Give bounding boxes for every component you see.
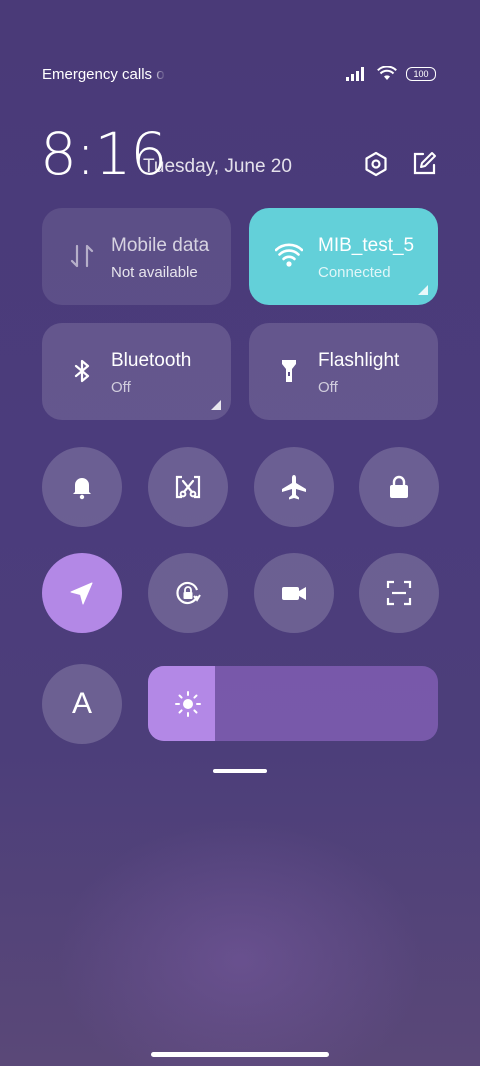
carrier-text: Emergency calls o [42, 66, 165, 83]
lock-icon [390, 475, 408, 498]
font-letter-icon: A [71, 687, 92, 720]
brightness-sun-icon [175, 691, 201, 717]
video-camera-icon [282, 587, 306, 600]
tile-wifi[interactable]: MIB_test_5 Connected [249, 208, 438, 305]
toggle-lock-screen[interactable] [359, 447, 439, 527]
toggle-scanner[interactable] [359, 553, 439, 633]
toggle-airplane[interactable] [254, 447, 334, 527]
home-indicator[interactable] [151, 1052, 329, 1057]
tile-mobile-data-subtitle: Not available [111, 264, 198, 281]
toggle-silent[interactable] [42, 447, 122, 527]
toggle-video[interactable] [254, 553, 334, 633]
toggle-font-size[interactable]: A [42, 664, 122, 744]
tile-wifi-subtitle: Connected [318, 264, 391, 281]
rotation-lock-icon [176, 581, 201, 605]
tile-bluetooth-subtitle: Off [111, 379, 131, 396]
airplane-icon [282, 475, 306, 500]
status-bar: Emergency calls o 100 [42, 66, 436, 88]
notification-bell-icon [73, 478, 91, 500]
settings-icon[interactable] [362, 150, 390, 178]
date: Tuesday, June 20 [143, 156, 292, 177]
status-icons: 100 [346, 66, 436, 81]
battery-icon: 100 [406, 66, 436, 81]
scan-icon [386, 580, 412, 606]
screen-cast-icon [175, 475, 201, 499]
brightness-slider[interactable] [148, 666, 438, 741]
tile-mobile-data[interactable]: Mobile data Not available [42, 208, 231, 305]
edit-icon[interactable] [410, 150, 438, 178]
tile-flashlight-subtitle: Off [318, 379, 338, 396]
location-icon [70, 582, 93, 605]
expand-corner-icon[interactable] [418, 285, 428, 295]
toggle-rotation-lock[interactable] [148, 553, 228, 633]
tile-flashlight[interactable]: Flashlight Off [249, 323, 438, 420]
tile-flashlight-title: Flashlight [318, 350, 400, 371]
bluetooth-icon [74, 359, 90, 383]
flashlight-icon [282, 360, 296, 382]
signal-icon [346, 66, 364, 81]
tile-mobile-data-title: Mobile data [111, 235, 210, 256]
battery-level: 100 [413, 68, 429, 79]
toggle-location[interactable] [42, 553, 122, 633]
wifi-status-icon [377, 66, 397, 80]
panel-handle[interactable] [213, 769, 267, 773]
expand-corner-icon[interactable] [211, 400, 221, 410]
tile-bluetooth[interactable]: Bluetooth Off [42, 323, 231, 420]
tile-wifi-title: MIB_test_5 [318, 235, 415, 256]
wifi-icon [275, 243, 303, 267]
toggle-screen-cast[interactable] [148, 447, 228, 527]
mobile-data-icon [70, 244, 94, 268]
tile-bluetooth-title: Bluetooth [111, 350, 192, 371]
